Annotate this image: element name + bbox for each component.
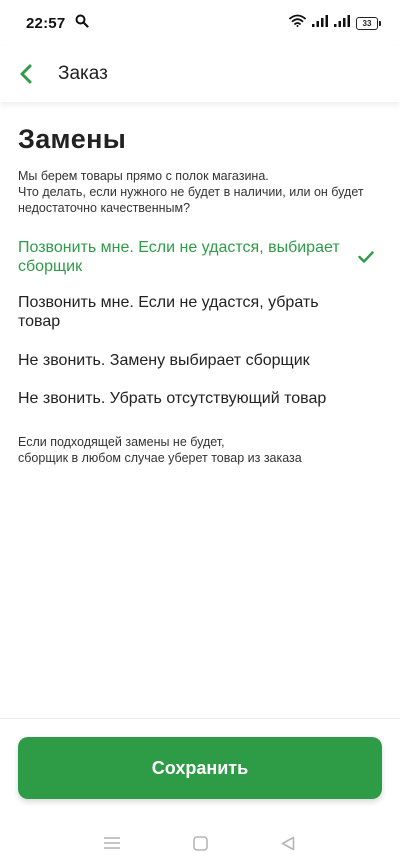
option-label: Позвонить мне. Если не удастся, выбирает… — [18, 239, 340, 275]
page-title: Замены — [18, 124, 127, 154]
description-text: Мы берем товары прямо с полок магазина. … — [18, 169, 364, 215]
app-bar-title: Заказ — [58, 63, 108, 84]
square-icon — [192, 835, 208, 851]
app-bar: Заказ — [0, 46, 400, 102]
save-button[interactable]: Сохранить — [18, 737, 382, 799]
option-label: Не звонить. Убрать отсутствующий товар — [18, 389, 327, 407]
triangle-back-icon — [281, 836, 295, 850]
checkmark-icon — [358, 251, 374, 263]
menu-icon — [104, 837, 120, 849]
nav-home-button[interactable] — [188, 831, 212, 855]
footnote-text: Если подходящей замены не будет, сборщик… — [18, 435, 302, 465]
signal-icon — [312, 14, 328, 32]
battery-icon: 33 — [356, 16, 381, 30]
wifi-icon — [289, 14, 306, 32]
option-call-remove-item[interactable]: Позвонить мне. Если не удастся, убрать т… — [18, 293, 382, 331]
option-label: Позвонить мне. Если не удастся, убрать т… — [18, 294, 319, 330]
status-left: 22:57 — [26, 14, 89, 33]
bottom-divider — [0, 718, 400, 719]
nav-menu-button[interactable] — [100, 831, 124, 855]
back-button[interactable] — [20, 62, 38, 86]
nav-back-button[interactable] — [276, 831, 300, 855]
option-no-call-remove-item[interactable]: Не звонить. Убрать отсутствующий товар — [18, 388, 382, 408]
signal-icon-2 — [334, 14, 350, 32]
screen: 22:57 33 Заказ Замены Мы берем товары пр… — [0, 0, 400, 866]
search-icon — [75, 14, 89, 33]
option-label: Не звонить. Замену выбирает сборщик — [18, 351, 310, 369]
status-right: 33 — [289, 14, 381, 32]
status-time: 22:57 — [26, 14, 66, 32]
replacement-options: Позвонить мне. Если не удастся, выбирает… — [18, 238, 382, 408]
option-no-call-picker-chooses[interactable]: Не звонить. Замену выбирает сборщик — [18, 350, 382, 370]
status-bar: 22:57 33 — [0, 0, 400, 46]
chevron-left-icon — [20, 64, 32, 84]
system-nav-bar — [0, 820, 400, 866]
content: Замены Мы берем товары прямо с полок маг… — [0, 102, 400, 466]
option-call-picker-chooses[interactable]: Позвонить мне. Если не удастся, выбирает… — [18, 238, 382, 276]
